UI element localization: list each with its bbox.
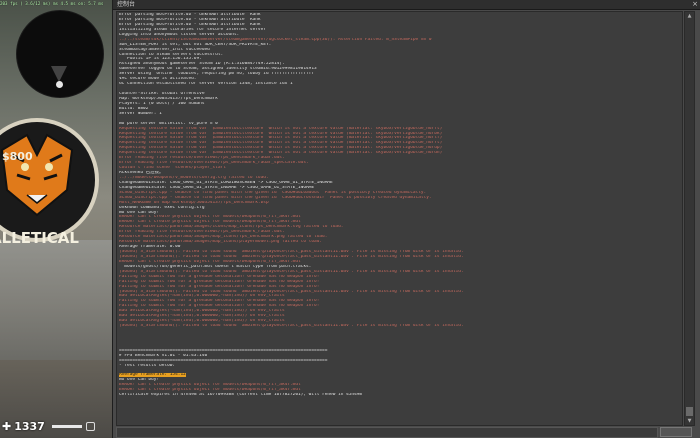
scroll-thumb[interactable] [686, 407, 693, 416]
radar-minimap [16, 10, 104, 98]
chevron-up-icon[interactable]: ▲ [685, 12, 694, 20]
console-line: Certificate expires in 47h49m at 1677099… [119, 393, 363, 398]
console-log-lines: Error parsing BotProfile.db - unknown at… [117, 12, 682, 399]
chevron-down-icon[interactable]: ▼ [685, 417, 694, 425]
health-value: 1337 [14, 419, 45, 433]
close-button[interactable]: × [692, 0, 698, 9]
console-window: 控制台 × Error parsing BotProfile.db - unkn… [112, 0, 700, 438]
highlighted-result: Average framerate: 154.12 [119, 373, 186, 378]
tiger-mural: $800 ALLETICAL [0, 118, 99, 247]
health-icon: ✚ [2, 419, 12, 433]
submit-button[interactable] [660, 427, 692, 437]
console-titlebar[interactable]: 控制台 × [113, 0, 700, 10]
svg-text:$800: $800 [2, 150, 33, 163]
game-viewport: $800 ALLETICAL 203 fps ( 3.6/12 ms) ms 4… [0, 0, 112, 438]
console-input[interactable] [117, 428, 661, 437]
console-log[interactable]: Error parsing BotProfile.db - unknown at… [116, 11, 683, 426]
radar-view-cone [51, 66, 67, 82]
armor-bar [52, 425, 82, 428]
perf-overlay: 203 fps ( 3.6/12 ms) ms 4.5 ms on: 5.7 m… [0, 1, 104, 6]
svg-text:ALLETICAL: ALLETICAL [0, 229, 79, 247]
console-input-row [116, 427, 661, 438]
console-scrollbar[interactable]: ▲ ▼ [684, 11, 695, 426]
hud-health: ✚ 1337 [2, 418, 45, 434]
radar-player-marker [56, 81, 63, 88]
console-title: 控制台 [117, 1, 136, 8]
armor-icon [86, 422, 95, 431]
